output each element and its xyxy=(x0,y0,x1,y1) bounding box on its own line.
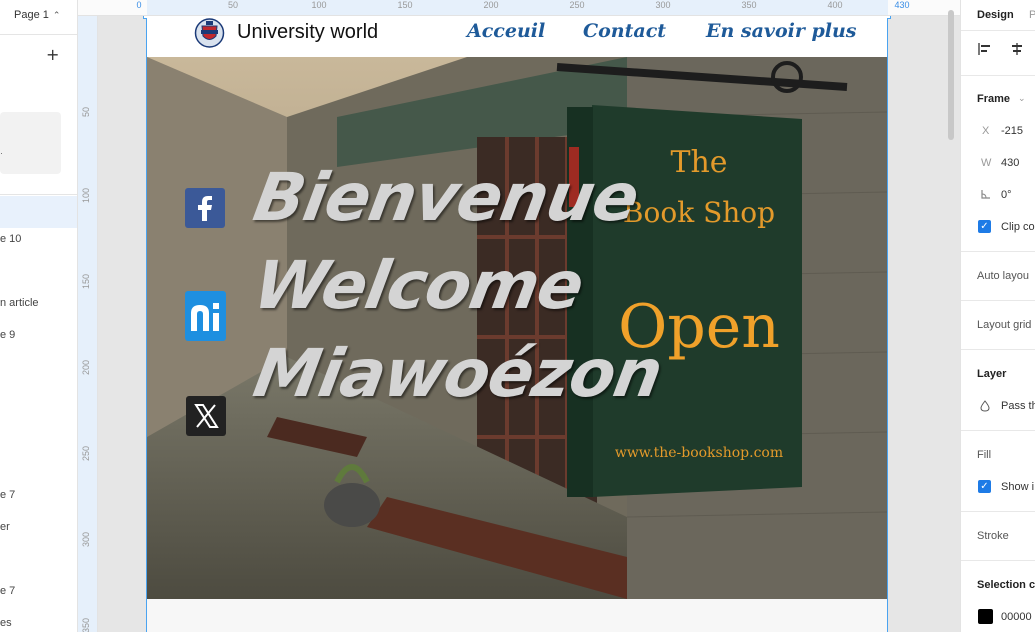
tab-design[interactable]: Design xyxy=(977,9,1014,21)
layer-item[interactable]: er xyxy=(0,521,10,533)
divider xyxy=(961,430,1035,431)
align-center-icon[interactable] xyxy=(1010,42,1024,56)
nav-link-en-savoir-plus[interactable]: En savoir plus xyxy=(706,20,857,42)
rotation-icon xyxy=(981,190,990,199)
ruler-tick: 350 xyxy=(81,617,91,632)
fill-section-title[interactable]: Fill xyxy=(977,449,991,461)
page-selector-label: Page 1 xyxy=(14,9,49,21)
clip-content-label: Clip co xyxy=(1001,221,1035,233)
w-input[interactable]: 430 xyxy=(1001,157,1019,169)
sign-line-the: The xyxy=(670,145,727,180)
selection-colors-title: Selection c xyxy=(977,579,1035,591)
color-swatch[interactable] xyxy=(978,609,993,624)
layer-item[interactable]: es xyxy=(0,617,12,629)
chevron-down-icon[interactable]: ⌄ xyxy=(1018,93,1026,104)
ruler-tick: 150 xyxy=(397,0,413,10)
divider xyxy=(961,30,1035,31)
divider xyxy=(0,194,77,195)
canvas[interactable]: University world Acceuil Contact En savo… xyxy=(99,16,960,632)
design-frame[interactable]: University world Acceuil Contact En savo… xyxy=(143,16,891,632)
rotation-input[interactable]: 0° xyxy=(1001,189,1012,201)
site-header: University world Acceuil Contact En savo… xyxy=(147,16,887,57)
divider xyxy=(961,511,1035,512)
sign-url: www.the-bookshop.com xyxy=(615,445,783,461)
ruler-tick: 250 xyxy=(569,0,585,10)
ruler-tick: 100 xyxy=(311,0,327,10)
add-page-button[interactable]: + xyxy=(46,45,59,64)
page-thumbnail[interactable]: · xyxy=(0,112,61,174)
hero-line-miawoezon: Miawoézon xyxy=(248,335,668,412)
selected-layer-row[interactable] xyxy=(0,196,77,228)
layers-panel: Page 1 ⌃ + · e 10 n article e 9 e 7 er e… xyxy=(0,0,78,632)
divider xyxy=(961,251,1035,252)
ruler-tick: 300 xyxy=(81,531,91,547)
divider xyxy=(961,349,1035,350)
ruler-tick: 350 xyxy=(741,0,757,10)
hero-photo: The Book Shop Open www.the-bookshop.com xyxy=(147,57,887,599)
layer-item[interactable]: e 10 xyxy=(0,233,21,245)
layer-item[interactable]: n article xyxy=(0,297,39,309)
layer-item[interactable]: e 9 xyxy=(0,329,15,341)
nav-link-acceuil[interactable]: Acceuil xyxy=(467,20,545,42)
x-label: X xyxy=(982,125,990,137)
frame-section-title[interactable]: Frame xyxy=(977,93,1010,105)
stroke-section-title[interactable]: Stroke xyxy=(977,530,1009,542)
layer-item[interactable]: e 7 xyxy=(0,585,15,597)
show-in-exports-label: Show i xyxy=(1001,481,1035,493)
tab-prototype[interactable]: P xyxy=(1029,9,1035,21)
ruler-tick: 430 xyxy=(894,0,910,10)
layout-grid-section[interactable]: Layout grid xyxy=(977,319,1031,331)
top-ruler: 0 50 100 150 200 250 300 350 400 430 xyxy=(78,0,960,16)
ruler-tick: 150 xyxy=(81,273,91,289)
university-logo-icon xyxy=(194,18,225,48)
ruler-tick: 400 xyxy=(827,0,843,10)
align-left-icon[interactable] xyxy=(978,42,992,56)
blend-mode-select[interactable]: Pass th xyxy=(1001,400,1035,412)
divider xyxy=(961,75,1035,76)
figma-editor: Page 1 ⌃ + · e 10 n article e 9 e 7 er e… xyxy=(0,0,1035,632)
canvas-scrollbar[interactable] xyxy=(948,10,954,140)
auto-layout-section[interactable]: Auto layou xyxy=(977,270,1029,282)
left-ruler: 50 100 150 200 250 300 350 xyxy=(78,16,98,632)
divider xyxy=(0,34,77,35)
chevron-up-icon: ⌃ xyxy=(52,9,61,20)
ni-icon[interactable] xyxy=(185,291,226,341)
clip-content-checkbox[interactable]: ✓ xyxy=(978,220,991,233)
page-thumbnail-marker: · xyxy=(0,148,3,158)
ruler-tick: 50 xyxy=(227,0,239,10)
hero-section: The Book Shop Open www.the-bookshop.com xyxy=(147,57,887,599)
page-selector[interactable]: Page 1 ⌃ xyxy=(0,0,77,30)
nav-link-contact[interactable]: Contact xyxy=(583,20,666,42)
ruler-tick: 200 xyxy=(81,359,91,375)
x-icon[interactable] xyxy=(186,396,226,436)
ruler-tick: 300 xyxy=(655,0,671,10)
page-body xyxy=(147,599,887,632)
layer-item[interactable]: e 7 xyxy=(0,489,15,501)
ruler-tick: 100 xyxy=(81,187,91,203)
site-title: University world xyxy=(237,21,379,43)
ruler-highlight xyxy=(147,0,888,15)
ruler-tick: 250 xyxy=(81,445,91,461)
ruler-tick: 50 xyxy=(81,106,91,117)
show-in-exports-checkbox[interactable]: ✓ xyxy=(978,480,991,493)
divider xyxy=(961,300,1035,301)
ruler-tick: 0 xyxy=(136,0,142,10)
layer-section-title: Layer xyxy=(977,368,1007,380)
hero-line-welcome: Welcome xyxy=(248,247,589,324)
divider xyxy=(961,560,1035,561)
selection-color-hex[interactable]: 00000 xyxy=(1001,611,1032,623)
blend-mode-icon[interactable] xyxy=(979,400,991,412)
x-input[interactable]: -215 xyxy=(1001,125,1023,137)
sign-line-bookshop: Book Shop xyxy=(623,196,775,229)
facebook-icon[interactable] xyxy=(185,188,225,228)
design-panel: Design P Frame ⌄ X -215 W 430 0° ✓ Clip … xyxy=(960,0,1035,632)
hero-line-bienvenue: Bienvenue xyxy=(248,159,644,236)
ruler-tick: 200 xyxy=(483,0,499,10)
w-label: W xyxy=(981,157,992,169)
